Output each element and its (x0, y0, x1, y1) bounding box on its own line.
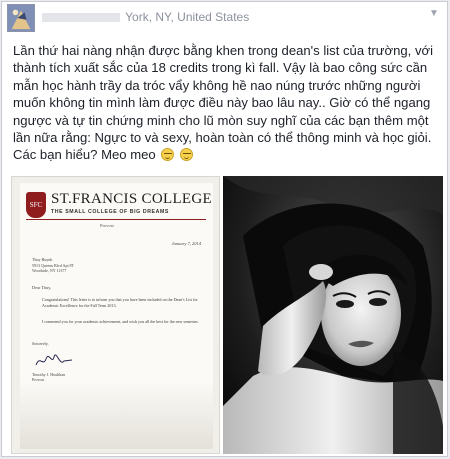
location-text: York, NY, United States (125, 10, 250, 24)
photo-grid: SFC ST.FRANCIS COLLEGE THE SMALL COLLEGE… (11, 176, 443, 456)
post-body: Lần thứ hai nàng nhận được bằng khen tro… (13, 43, 433, 163)
letterhead-rule (26, 219, 206, 220)
letter-page-shadow (20, 381, 213, 449)
post-header: York, NY, United States ▼ (2, 2, 447, 38)
post-location[interactable]: York, NY, United States (42, 10, 249, 24)
photo-portrait[interactable] (223, 176, 443, 454)
letter-address: Thuy Huynh 5913 Queens Blvd Apt 8T Woods… (32, 257, 74, 274)
college-name: ST.FRANCIS COLLEGE (51, 191, 212, 207)
facebook-post: York, NY, United States ▼ Lần thứ hai nà… (1, 1, 448, 457)
smiley-icon (161, 148, 175, 162)
photo-deans-list-letter[interactable]: SFC ST.FRANCIS COLLEGE THE SMALL COLLEGE… (11, 176, 220, 454)
college-tagline: THE SMALL COLLEGE OF BIG DREAMS (51, 209, 169, 215)
letter-page: SFC ST.FRANCIS COLLEGE THE SMALL COLLEGE… (20, 183, 213, 449)
letter-paragraph: I commend you for your academic achievem… (42, 319, 199, 324)
post-text: Lần thứ hai nàng nhận được bằng khen tro… (13, 42, 441, 164)
smiley-icon (179, 148, 193, 162)
college-seal-icon: SFC (26, 192, 46, 218)
avatar-image (8, 5, 34, 31)
letter-salutation: Dear Thuy, (32, 285, 52, 290)
portrait-image (223, 176, 443, 454)
letter-paragraph: Congratulations! This letter is to infor… (42, 297, 198, 308)
chevron-down-icon[interactable]: ▼ (427, 7, 441, 21)
signature-icon (35, 354, 73, 366)
redacted-author (42, 13, 120, 23)
avatar[interactable] (7, 4, 35, 32)
letter-closing: Sincerely, (32, 341, 49, 346)
letter-date: January 7, 2014 (171, 241, 201, 246)
address-line: Woodside, NY 11377 (32, 268, 67, 273)
letter-office: Provost (100, 223, 114, 228)
